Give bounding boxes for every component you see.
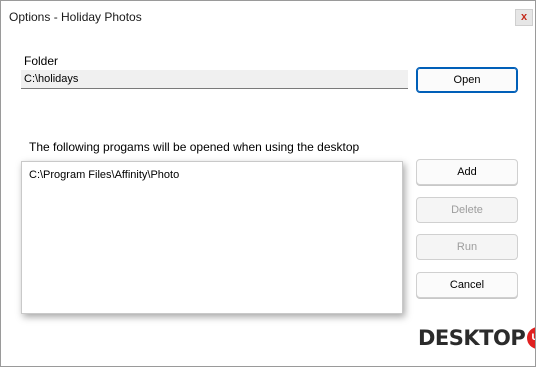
logo-badge: UP	[527, 327, 535, 349]
close-button[interactable]: x	[515, 9, 533, 26]
window-title: Options - Holiday Photos	[9, 10, 142, 24]
folder-path-field[interactable]: C:\holidays	[21, 70, 408, 89]
run-button[interactable]: Run	[416, 234, 518, 260]
title-bar[interactable]: Options - Holiday Photos x	[1, 1, 535, 32]
program-list[interactable]: C:\Program Files\Affinity\Photo	[21, 161, 403, 314]
close-icon: x	[520, 11, 528, 23]
list-item[interactable]: C:\Program Files\Affinity\Photo	[29, 169, 179, 181]
folder-label: Folder	[24, 54, 59, 68]
logo-text: DESKTOP	[418, 326, 526, 350]
programs-label: The following progams will be opened whe…	[29, 140, 360, 154]
open-button[interactable]: Open	[416, 67, 518, 93]
add-button[interactable]: Add	[416, 159, 518, 185]
desktopup-logo: DESKTOPUP	[418, 326, 535, 354]
delete-button[interactable]: Delete	[416, 197, 518, 223]
cancel-button[interactable]: Cancel	[416, 272, 518, 298]
options-window: Options - Holiday Photos x Folder C:\hol…	[0, 0, 536, 367]
